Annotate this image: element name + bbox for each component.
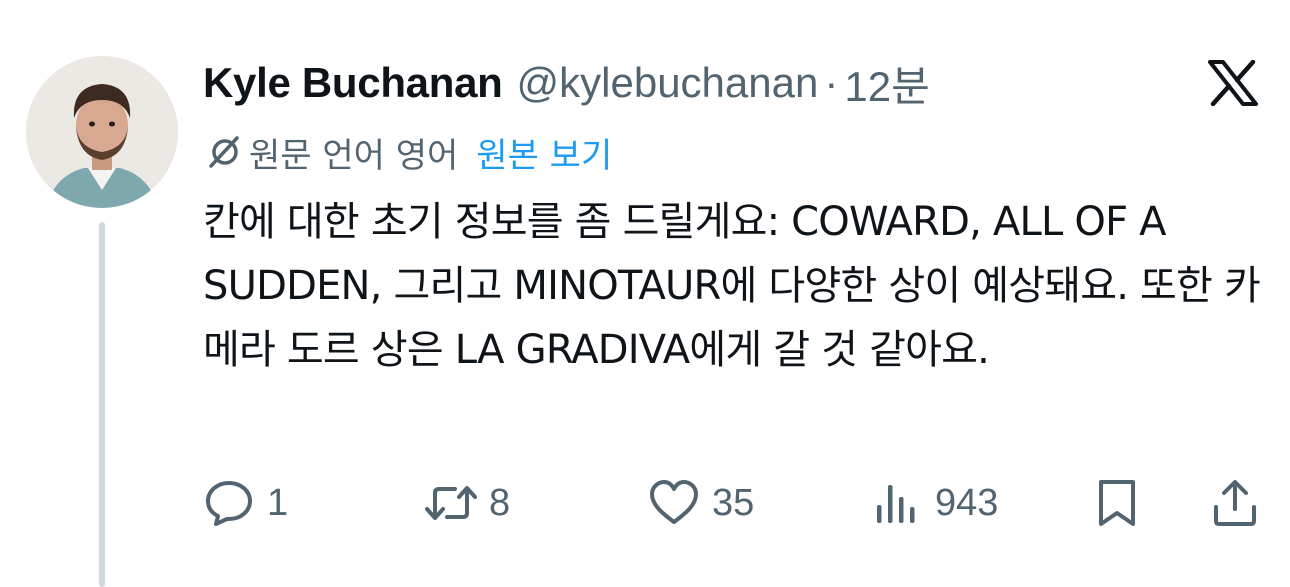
- reply-icon: [206, 481, 252, 526]
- repost-icon: [425, 486, 477, 520]
- views-count: 943: [935, 481, 999, 524]
- timestamp[interactable]: 12분: [844, 53, 929, 114]
- thread-line: [99, 222, 105, 587]
- avatar[interactable]: [26, 56, 178, 208]
- translation-bar: 원문 언어 영어 원본 보기: [203, 128, 612, 177]
- separator-dot: ·: [824, 59, 839, 106]
- repost-count: 8: [489, 481, 511, 524]
- action-bar: 1 8 35 943: [203, 476, 1263, 530]
- original-language-label: 원문 언어 영어: [249, 135, 459, 176]
- repost-button[interactable]: 8: [425, 476, 510, 530]
- views-button[interactable]: 943: [871, 476, 998, 530]
- share-icon: [1214, 480, 1256, 526]
- author-handle[interactable]: @kylebuchanan: [517, 59, 819, 107]
- heart-icon: [650, 480, 698, 524]
- tweet-header: Kyle Buchanan @kylebuchanan · 12분: [203, 58, 930, 110]
- share-button[interactable]: [1209, 476, 1261, 530]
- reply-button[interactable]: 1: [203, 476, 288, 530]
- views-icon: [877, 485, 915, 523]
- like-button[interactable]: 35: [648, 476, 754, 530]
- reply-count: 1: [267, 481, 289, 524]
- like-count: 35: [712, 481, 755, 524]
- view-original-link[interactable]: 원본 보기: [476, 128, 612, 177]
- translate-icon: [209, 136, 239, 168]
- tweet-text: 칸에 대한 초기 정보를 좀 드릴게요: COWARD, ALL OF A SU…: [203, 199, 1261, 373]
- x-logo-icon: [1208, 60, 1258, 106]
- bookmark-button[interactable]: [1091, 476, 1143, 530]
- bookmark-icon: [1099, 480, 1135, 526]
- author-name[interactable]: Kyle Buchanan: [203, 59, 503, 107]
- avatar-photo: [26, 56, 178, 208]
